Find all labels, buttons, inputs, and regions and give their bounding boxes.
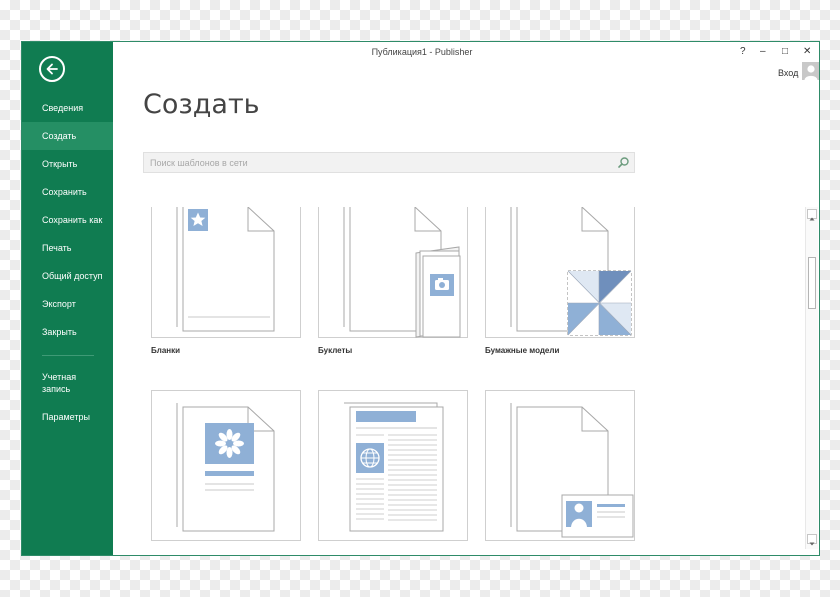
minimize-button[interactable]: – — [760, 46, 766, 57]
brochure-camera-icon — [343, 207, 461, 338]
newsletter-globe-icon — [344, 402, 444, 532]
scroll-up-button[interactable] — [807, 209, 817, 221]
signin-link[interactable]: Вход — [778, 68, 798, 78]
window-title: Публикация1 - Publisher — [371, 47, 473, 57]
sidebar-item-share[interactable]: Общий доступ — [22, 262, 113, 290]
sidebar-item-account[interactable]: Учетная запись — [22, 368, 113, 398]
template-label-letterhead: Бланки — [151, 346, 181, 355]
arrow-left-icon — [46, 63, 58, 75]
sidebar-item-print[interactable]: Печать — [22, 234, 113, 262]
back-button[interactable] — [39, 56, 65, 82]
template-card-business-card[interactable] — [485, 390, 635, 541]
template-card-newsletter[interactable] — [318, 390, 468, 541]
maximize-button[interactable]: □ — [782, 46, 788, 57]
template-card-letterhead[interactable] — [151, 207, 301, 338]
scroll-thumb[interactable] — [808, 257, 816, 309]
letterhead-star-icon — [176, 207, 275, 332]
template-card-flyer[interactable] — [151, 390, 301, 541]
scroll-up-icon — [809, 217, 815, 221]
user-avatar-icon — [804, 65, 818, 80]
sidebar-item-open[interactable]: Открыть — [22, 150, 113, 178]
scroll-down-icon — [809, 542, 815, 546]
template-card-paper-models[interactable] — [485, 207, 635, 338]
search-input[interactable] — [144, 153, 616, 172]
sidebar-item-export[interactable]: Экспорт — [22, 290, 113, 318]
sidebar-item-new[interactable]: Создать — [22, 122, 113, 150]
template-card-brochure[interactable] — [318, 207, 468, 338]
avatar[interactable] — [802, 62, 819, 80]
scroll-down-button[interactable] — [807, 534, 817, 546]
flyer-flower-icon — [176, 403, 275, 532]
close-button[interactable]: ✕ — [803, 46, 811, 57]
sidebar-item-save[interactable]: Сохранить — [22, 178, 113, 206]
paper-model-pinwheel-icon — [510, 207, 632, 336]
page-title: Создать — [143, 89, 260, 120]
vertical-scrollbar[interactable] — [805, 207, 818, 549]
template-label-paper-models: Бумажные модели — [485, 346, 560, 355]
sidebar-item-info[interactable]: Сведения — [22, 94, 113, 122]
sidebar-item-save-as[interactable]: Сохранить как — [22, 206, 113, 234]
business-card-person-icon — [510, 403, 634, 538]
template-label-brochure: Буклеты — [318, 346, 353, 355]
publisher-window: Сведения Создать Открыть Сохранить Сохра… — [21, 41, 820, 556]
sidebar-divider — [42, 355, 94, 356]
sidebar-item-options[interactable]: Параметры — [22, 403, 113, 431]
search-icon[interactable] — [617, 156, 630, 169]
sidebar-item-close[interactable]: Закрыть — [22, 318, 113, 346]
backstage-sidebar: Сведения Создать Открыть Сохранить Сохра… — [22, 42, 113, 555]
help-button[interactable]: ? — [740, 46, 746, 57]
template-search — [143, 152, 635, 173]
